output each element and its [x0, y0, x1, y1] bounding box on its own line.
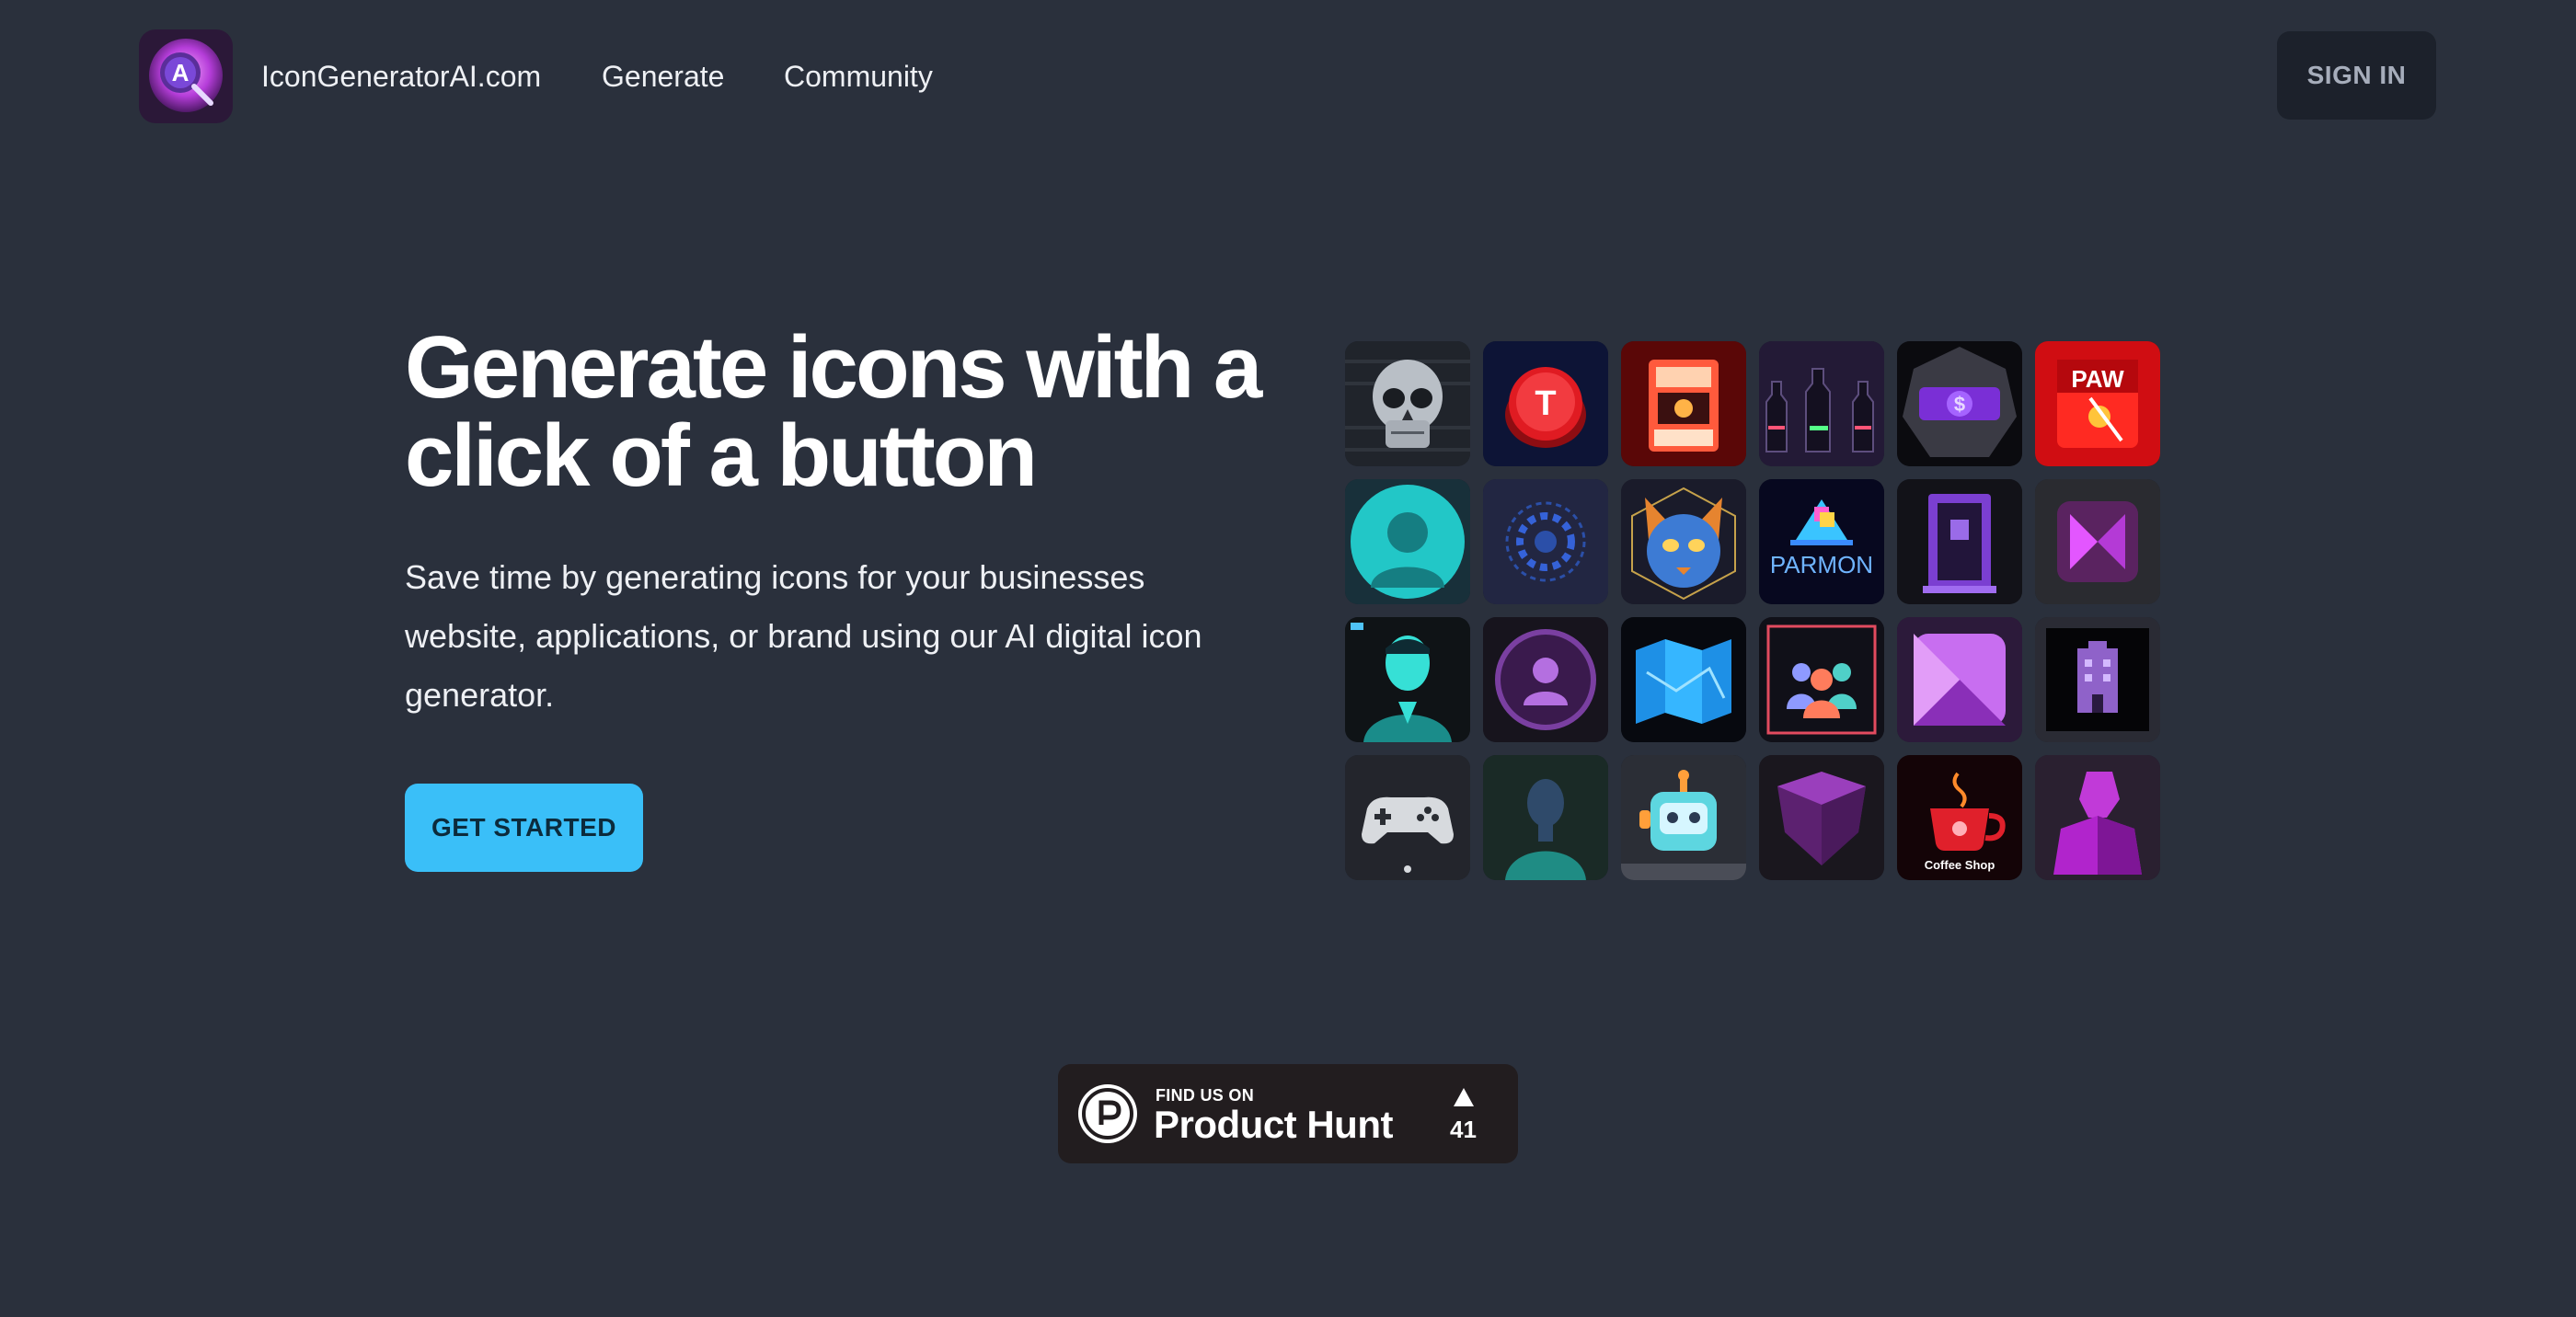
svg-text:PAW: PAW: [2071, 365, 2124, 393]
product-hunt-logo-icon: [1078, 1084, 1137, 1143]
purple-shield-icon[interactable]: [1759, 755, 1884, 880]
icon-gallery: T $ PAW PARMON Coffee Shop: [1345, 341, 2160, 880]
paw-sign-icon[interactable]: PAW: [2035, 341, 2160, 466]
upvote-count: 41: [1450, 1116, 1477, 1143]
purple-profile-icon[interactable]: [1483, 617, 1608, 742]
upvote-arrow-icon: [1454, 1088, 1474, 1106]
navbar: A IconGeneratorAI.com Generate Community…: [0, 0, 2576, 153]
purple-door-icon[interactable]: [1897, 479, 2022, 604]
get-started-button[interactable]: GET STARTED: [405, 784, 643, 872]
purple-dollar-icon[interactable]: $: [1897, 341, 2022, 466]
people-group-icon[interactable]: [1759, 617, 1884, 742]
gamepad-icon[interactable]: [1345, 755, 1470, 880]
coffee-shop-icon[interactable]: Coffee Shop: [1897, 755, 2022, 880]
hero-title: Generate icons with a click of a button: [405, 318, 1262, 505]
svg-text:$: $: [1954, 393, 1965, 416]
parmon-logo-icon[interactable]: PARMON: [1759, 479, 1884, 604]
sign-in-button[interactable]: SIGN IN: [2277, 31, 2436, 120]
nav-generate-link[interactable]: Generate: [602, 58, 724, 95]
svg-text:PARMON: PARMON: [1770, 551, 1873, 578]
teal-man-portrait-icon[interactable]: [1345, 617, 1470, 742]
dark-person-icon[interactable]: [1483, 755, 1608, 880]
red-t-button-icon[interactable]: T: [1483, 341, 1608, 466]
blue-map-icon[interactable]: [1621, 617, 1746, 742]
hero-description: Save time by generating icons for your b…: [405, 558, 1202, 714]
red-arcade-machine-icon[interactable]: [1621, 341, 1746, 466]
product-hunt-badge[interactable]: FIND US ON Product Hunt 41: [1058, 1064, 1518, 1163]
svg-text:A: A: [172, 59, 190, 86]
purple-building-icon[interactable]: [2035, 617, 2160, 742]
product-hunt-name: Product Hunt: [1154, 1103, 1393, 1146]
svg-text:T: T: [1535, 384, 1556, 423]
purple-diamond-icon[interactable]: [2035, 479, 2160, 604]
robot-icon[interactable]: [1621, 755, 1746, 880]
bottles-icon[interactable]: [1759, 341, 1884, 466]
nav-community-link[interactable]: Community: [784, 58, 933, 95]
brand-link[interactable]: IconGeneratorAI.com: [261, 58, 541, 95]
purple-bust-icon[interactable]: [2035, 755, 2160, 880]
logo-icon[interactable]: A: [139, 29, 233, 123]
cat-face-icon[interactable]: [1621, 479, 1746, 604]
blue-gear-icon[interactable]: [1483, 479, 1608, 604]
svg-text:Coffee Shop: Coffee Shop: [1925, 858, 1995, 872]
skull-icon[interactable]: [1345, 341, 1470, 466]
purple-square-icon[interactable]: [1897, 617, 2022, 742]
teal-person-icon[interactable]: [1345, 479, 1470, 604]
